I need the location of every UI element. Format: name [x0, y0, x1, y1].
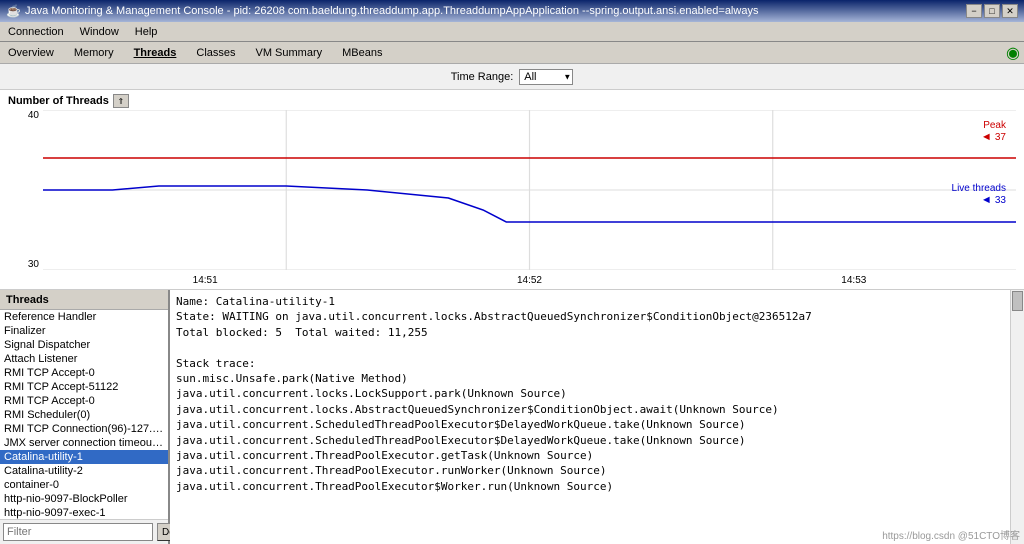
chart-header: Number of Threads ⇑	[8, 94, 1016, 108]
window-title: Java Monitoring & Management Console - p…	[25, 5, 759, 17]
chart-legend: Peak ◄ 37 Live threads ◄ 33	[952, 120, 1006, 206]
y-axis-label-40: 40	[28, 110, 39, 121]
tab-classes[interactable]: Classes	[192, 46, 239, 60]
thread-item[interactable]: Catalina-utility-1	[0, 450, 168, 464]
thread-detail-panel: Name: Catalina-utility-1 State: WAITING …	[170, 290, 1010, 544]
x-label-1451: 14:51	[193, 275, 218, 286]
legend-peak-value: 37	[995, 132, 1006, 143]
thread-item[interactable]: Finalizer	[0, 324, 168, 338]
thread-item[interactable]: JMX server connection timeout 19	[0, 436, 168, 450]
chart-container: 40 30	[8, 110, 1016, 280]
threads-panel-header: Threads	[0, 290, 168, 310]
scrollbar-thumb[interactable]	[1012, 291, 1023, 311]
tab-memory[interactable]: Memory	[70, 46, 118, 60]
title-bar: ☕ Java Monitoring & Management Console -…	[0, 0, 1024, 22]
minimize-button[interactable]: −	[966, 4, 982, 18]
thread-item[interactable]: Attach Listener	[0, 352, 168, 366]
filter-input[interactable]	[3, 523, 153, 541]
bottom-panels: Threads Reference HandlerFinalizerSignal…	[0, 290, 1024, 544]
thread-list[interactable]: Reference HandlerFinalizerSignal Dispatc…	[0, 310, 168, 519]
x-axis: 14:51 14:52 14:53	[43, 273, 1016, 286]
app-icon: ☕	[6, 4, 21, 18]
time-range-select[interactable]: All 1 min 5 min 10 min 30 min 1 hour	[519, 69, 573, 85]
detail-scrollbar[interactable]	[1010, 290, 1024, 544]
legend-peak: Peak ◄ 37	[952, 120, 1006, 143]
threads-panel-title: Threads	[6, 294, 49, 306]
thread-item[interactable]: Reference Handler	[0, 310, 168, 324]
watermark: https://blog.csdn @51CTO博客	[882, 527, 1020, 542]
thread-item[interactable]: RMI TCP Accept-0	[0, 394, 168, 408]
time-range-bar: Time Range: All 1 min 5 min 10 min 30 mi…	[0, 64, 1024, 90]
jconsole-icon: ◉	[1006, 43, 1020, 63]
thread-item[interactable]: RMI TCP Accept-51122	[0, 380, 168, 394]
window-controls: − □ ✕	[966, 4, 1018, 18]
thread-detail-content: Name: Catalina-utility-1 State: WAITING …	[170, 290, 1010, 544]
legend-live-value: 33	[995, 195, 1006, 206]
thread-item[interactable]: Signal Dispatcher	[0, 338, 168, 352]
thread-list-panel: Threads Reference HandlerFinalizerSignal…	[0, 290, 170, 544]
thread-item[interactable]: http-nio-9097-exec-1	[0, 506, 168, 519]
thread-item[interactable]: RMI TCP Accept-0	[0, 366, 168, 380]
restore-button[interactable]: □	[984, 4, 1000, 18]
thread-item[interactable]: container-0	[0, 478, 168, 492]
x-label-1452: 14:52	[517, 275, 542, 286]
x-label-1453: 14:53	[841, 275, 866, 286]
legend-live: Live threads ◄ 33	[952, 183, 1006, 206]
thread-list-footer: Detect Deadlock	[0, 519, 168, 544]
title-bar-text: ☕ Java Monitoring & Management Console -…	[6, 4, 758, 18]
time-range-label: Time Range:	[451, 71, 514, 83]
chart-area: Number of Threads ⇑ 40 30	[0, 90, 1024, 290]
thread-item[interactable]: RMI Scheduler(0)	[0, 408, 168, 422]
chart-collapse-button[interactable]: ⇑	[113, 94, 129, 108]
chart-svg	[43, 110, 1016, 270]
nav-bar: Overview Memory Threads Classes VM Summa…	[0, 42, 1024, 64]
thread-item[interactable]: Catalina-utility-2	[0, 464, 168, 478]
y-axis: 40 30	[8, 110, 43, 270]
menu-bar: Connection Window Help	[0, 22, 1024, 42]
menu-help[interactable]: Help	[131, 25, 162, 39]
close-button[interactable]: ✕	[1002, 4, 1018, 18]
thread-item[interactable]: RMI TCP Connection(96)-127.0.0.1	[0, 422, 168, 436]
time-range-select-wrapper[interactable]: All 1 min 5 min 10 min 30 min 1 hour	[519, 69, 573, 85]
legend-peak-label: Peak	[983, 120, 1006, 131]
tab-vm-summary[interactable]: VM Summary	[252, 46, 327, 60]
y-axis-label-30: 30	[28, 259, 39, 270]
menu-window[interactable]: Window	[76, 25, 123, 39]
legend-live-label: Live threads	[952, 183, 1006, 194]
chart-title: Number of Threads	[8, 95, 109, 107]
menu-connection[interactable]: Connection	[4, 25, 68, 39]
tab-threads[interactable]: Threads	[130, 46, 181, 60]
thread-item[interactable]: http-nio-9097-BlockPoller	[0, 492, 168, 506]
tab-overview[interactable]: Overview	[4, 46, 58, 60]
tab-mbeans[interactable]: MBeans	[338, 46, 386, 60]
main-content: Time Range: All 1 min 5 min 10 min 30 mi…	[0, 64, 1024, 544]
chart-svg-area: 14:51 14:52 14:53 Peak ◄ 37 Live threads…	[43, 110, 1016, 280]
